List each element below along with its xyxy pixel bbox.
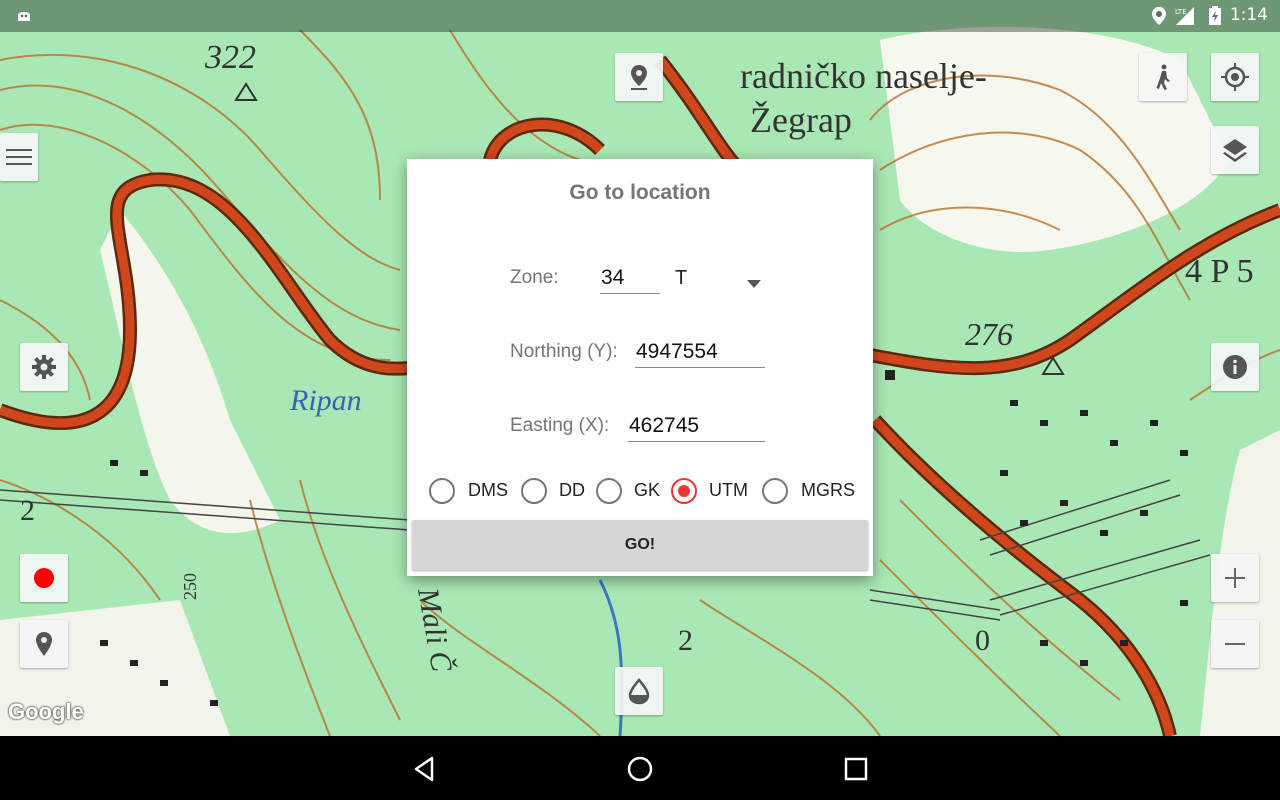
navigation-bar (0, 736, 1280, 800)
minus-icon (1224, 633, 1246, 655)
crosshair-location-icon (1221, 63, 1249, 91)
walking-person-icon (1151, 63, 1175, 91)
map-label: 0 (975, 624, 990, 657)
map-label: Žegrap (750, 100, 852, 140)
record-icon (32, 566, 56, 590)
my-location-button[interactable] (1211, 53, 1259, 101)
status-bar: LTE 1:14 (0, 0, 1280, 32)
add-marker-button[interactable] (615, 53, 663, 101)
radio-dms[interactable] (429, 478, 455, 504)
map-label: 250 (180, 573, 200, 600)
radio-label-gk[interactable]: GK (634, 480, 660, 501)
easting-input[interactable]: 462745 (628, 411, 765, 442)
go-to-location-dialog: Go to location Zone: 34 T Northing (Y): … (407, 159, 873, 576)
walking-mode-button[interactable] (1139, 53, 1187, 101)
radio-utm[interactable] (671, 478, 697, 504)
zone-label: Zone: (510, 267, 559, 288)
northing-label: Northing (Y): (510, 341, 618, 362)
android-debug-icon (14, 6, 34, 30)
back-icon[interactable] (412, 756, 438, 786)
map-label: radničko naselje- (740, 56, 987, 96)
zone-input[interactable]: 34 (600, 263, 660, 294)
northing-input[interactable]: 4947554 (635, 337, 765, 368)
map-label: 4 P 5 (1185, 253, 1254, 290)
signal-icon: LTE (1174, 6, 1196, 30)
opacity-button[interactable] (615, 667, 663, 715)
map-label: 2 (20, 494, 35, 527)
record-track-button[interactable] (20, 554, 68, 602)
radio-label-mgrs[interactable]: MGRS (801, 480, 855, 501)
water-drop-icon (627, 677, 651, 705)
map-pin-icon (627, 63, 651, 91)
radio-dd[interactable] (521, 478, 547, 504)
dropdown-arrow-icon (747, 273, 761, 292)
zone-letter-value: T (675, 267, 688, 289)
radio-gk[interactable] (596, 478, 622, 504)
radio-label-dd[interactable]: DD (559, 480, 585, 501)
zoom-out-button[interactable] (1211, 620, 1259, 668)
waypoints-button[interactable] (20, 620, 68, 668)
map-label: 322 (204, 39, 256, 76)
recents-icon[interactable] (844, 757, 868, 785)
home-icon[interactable] (626, 755, 654, 787)
dialog-title: Go to location (569, 181, 711, 204)
hamburger-menu-icon (6, 147, 32, 167)
info-icon (1221, 353, 1249, 381)
settings-button[interactable] (20, 343, 68, 391)
radio-label-dms[interactable]: DMS (468, 480, 508, 501)
status-time: 1:14 (1229, 5, 1268, 25)
map-label: 2 (678, 624, 693, 657)
zone-letter-dropdown[interactable]: T (675, 263, 775, 295)
gear-icon (30, 353, 58, 381)
radio-label-utm[interactable]: UTM (709, 480, 748, 501)
battery-icon (1208, 6, 1222, 30)
map-label: 276 (965, 316, 1013, 352)
layers-icon (1221, 136, 1249, 164)
layers-button[interactable] (1211, 126, 1259, 174)
go-button[interactable]: GO! (412, 520, 868, 570)
map-label: Ripan (289, 384, 362, 417)
menu-button[interactable] (0, 133, 38, 181)
google-attribution: Google (8, 699, 84, 724)
info-button[interactable] (1211, 343, 1259, 391)
zoom-in-button[interactable] (1211, 554, 1259, 602)
easting-label: Easting (X): (510, 415, 610, 436)
radio-mgrs[interactable] (762, 478, 788, 504)
svg-text:LTE: LTE (1175, 8, 1187, 16)
plus-icon (1224, 567, 1246, 589)
location-icon (1150, 6, 1168, 30)
map-pin-icon (34, 631, 54, 657)
